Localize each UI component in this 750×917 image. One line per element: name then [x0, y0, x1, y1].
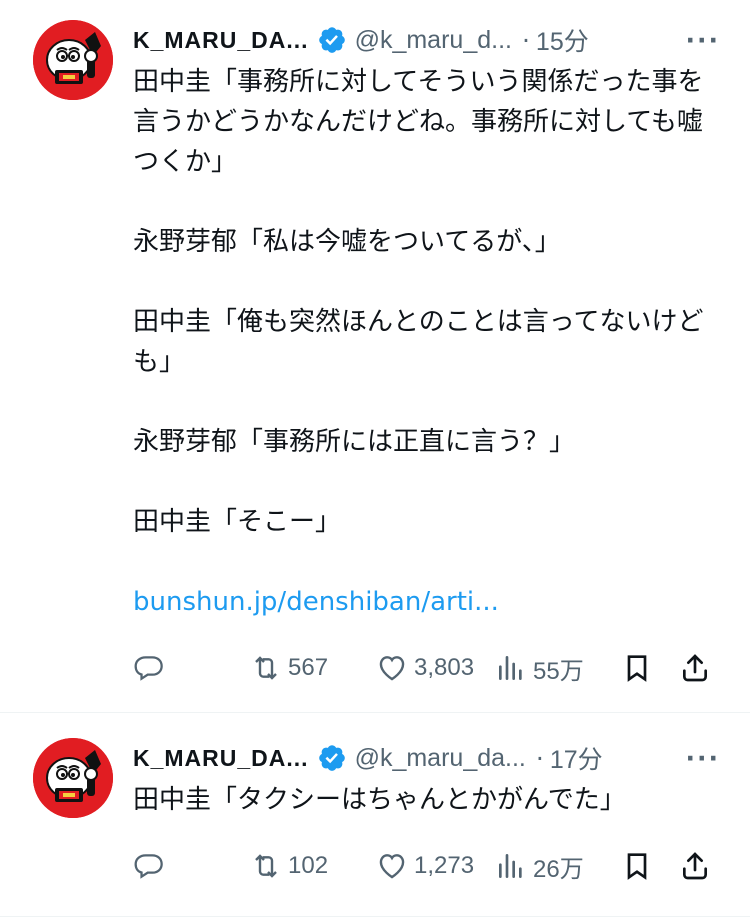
bookmark-icon — [627, 853, 647, 880]
like-count: 3,803 — [414, 654, 475, 681]
tweet-paragraph: 田中圭「俺も突然ほんとのことは言ってないけども」 — [133, 307, 704, 377]
tweet-actions: 102 1,273 26万 — [133, 846, 720, 886]
bookmark-icon — [627, 655, 647, 682]
display-name[interactable]: K_MARU_DA... — [133, 745, 309, 772]
verified-badge-icon — [318, 27, 345, 53]
tweet-paragraph: 田中圭「事務所に対してそういう関係だった事を言うかどうかなんだけどね。事務所に対… — [133, 67, 704, 177]
share-icon — [683, 852, 707, 880]
heart-icon — [379, 854, 405, 879]
display-name[interactable]: K_MARU_DA... — [133, 27, 309, 54]
timestamp[interactable]: 15分 — [536, 22, 589, 58]
tweet-paragraph: 永野芽郁「事務所には正直に言う？」 — [133, 427, 576, 457]
like-button[interactable]: 3,803 — [376, 648, 474, 688]
share-button[interactable] — [679, 648, 711, 688]
more-options-icon[interactable]: ··· — [684, 744, 720, 773]
mascot-avatar-icon — [33, 20, 113, 100]
user-handle[interactable]: @k_maru_d... — [355, 26, 512, 55]
article-link[interactable]: bunshun.jp/denshiban/arti... — [133, 582, 706, 622]
tweet-text: 田中圭「事務所に対してそういう関係だった事を言うかどうかなんだけどね。事務所に対… — [133, 62, 706, 622]
views-icon — [499, 656, 522, 680]
user-handle[interactable]: @k_maru_da... — [355, 744, 526, 773]
heart-icon — [379, 656, 405, 681]
views-icon — [499, 854, 522, 878]
bookmark-button[interactable] — [621, 846, 653, 886]
bookmark-button[interactable] — [621, 648, 653, 688]
like-button[interactable]: 1,273 — [376, 846, 474, 886]
tweet-text: 田中圭「タクシーはちゃんとかがんでた」 — [133, 780, 706, 820]
reply-button[interactable] — [133, 648, 165, 688]
view-count: 26万 — [533, 855, 584, 883]
retweet-count: 102 — [288, 852, 329, 879]
view-count: 55万 — [533, 657, 584, 685]
share-icon — [683, 654, 707, 682]
views-button[interactable]: 55万 — [495, 648, 584, 688]
reply-button[interactable] — [133, 846, 165, 886]
retweet-count: 567 — [288, 654, 329, 681]
reply-icon — [134, 854, 163, 879]
retweet-icon — [255, 656, 277, 680]
retweet-icon — [255, 854, 277, 878]
separator-dot: · — [535, 743, 544, 773]
tweet-header: K_MARU_DA... @k_maru_d... · 15分 ··· — [133, 20, 720, 60]
tweet-paragraph: 田中圭「そこー」 — [133, 507, 342, 537]
reply-icon — [134, 656, 163, 681]
tweet[interactable]: K_MARU_DA... @k_maru_d... · 15分 ··· 田中圭「… — [0, 0, 750, 713]
tweet-paragraph: 永野芽郁「私は今嘘をついてるが、」 — [133, 227, 561, 257]
verified-badge-icon — [318, 745, 345, 771]
avatar[interactable] — [33, 738, 113, 818]
retweet-button[interactable]: 567 — [250, 648, 328, 688]
views-button[interactable]: 26万 — [495, 846, 584, 886]
retweet-button[interactable]: 102 — [250, 846, 328, 886]
avatar[interactable] — [33, 20, 113, 100]
timestamp[interactable]: 17分 — [550, 740, 603, 776]
like-count: 1,273 — [414, 852, 475, 879]
tweet[interactable]: K_MARU_DA... @k_maru_da... · 17分 ··· 田中圭… — [0, 714, 750, 917]
separator-dot: · — [521, 25, 530, 55]
mascot-avatar-icon — [33, 738, 113, 818]
tweet-header: K_MARU_DA... @k_maru_da... · 17分 ··· — [133, 738, 720, 778]
more-options-icon[interactable]: ··· — [684, 26, 720, 55]
tweet-paragraph: 田中圭「タクシーはちゃんとかがんでた」 — [133, 785, 626, 815]
share-button[interactable] — [679, 846, 711, 886]
tweet-actions: 567 3,803 55万 — [133, 648, 720, 688]
